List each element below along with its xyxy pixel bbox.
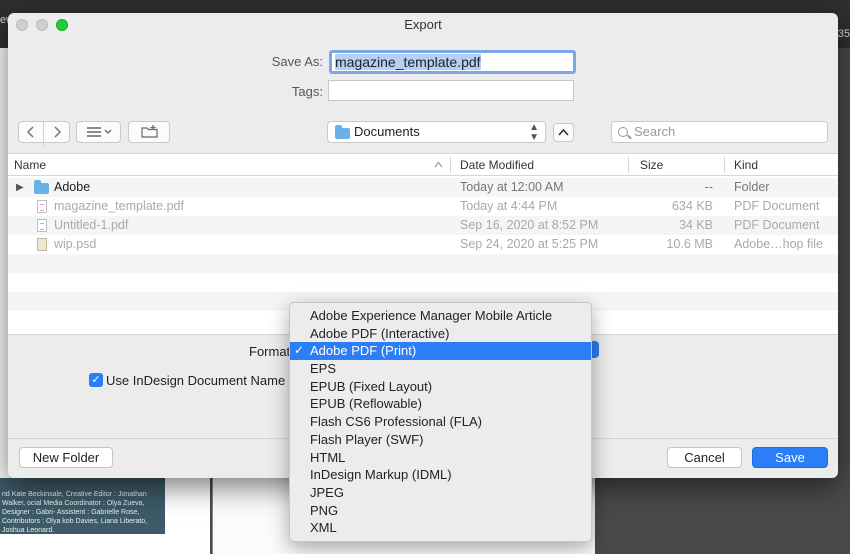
menu-item-pdf-print-label: Adobe PDF (Print) <box>310 343 417 359</box>
list-item: Untitled-1.pdf Sep 16, 2020 at 8:52 PM 3… <box>8 216 838 235</box>
expand-collapse-button[interactable] <box>553 123 574 142</box>
menu-item-idml[interactable]: InDesign Markup (IDML) <box>290 466 591 484</box>
column-header-size[interactable]: Size <box>640 154 663 176</box>
file-date: Today at 12:00 AM <box>460 180 564 194</box>
file-name: Adobe <box>54 180 91 194</box>
list-item[interactable]: ▶ Adobe Today at 12:00 AM -- Folder <box>8 178 838 197</box>
menu-item-epub-fixed[interactable]: EPUB (Fixed Layout) <box>290 378 591 396</box>
file-size: 634 KB <box>671 199 713 213</box>
up-down-arrows-icon: ▲ ▼ <box>529 122 539 143</box>
menu-item-jpeg[interactable]: JPEG <box>290 484 591 502</box>
file-date: Today at 4:44 PM <box>460 199 558 213</box>
file-kind: PDF Document <box>734 199 820 213</box>
pdf-file-icon <box>37 219 47 232</box>
format-label: Format: <box>249 344 294 359</box>
empty-row <box>8 273 838 292</box>
file-name: magazine_template.pdf <box>54 199 184 213</box>
menu-item-flash-fla[interactable]: Flash CS6 Professional (FLA) <box>290 413 591 431</box>
tags-field[interactable] <box>328 80 574 101</box>
folder-icon <box>335 125 350 139</box>
menu-item-html[interactable]: HTML <box>290 449 591 467</box>
format-dropdown-menu: Adobe Experience Manager Mobile Article … <box>289 302 592 542</box>
file-date: Sep 16, 2020 at 8:52 PM <box>460 218 599 232</box>
file-date: Sep 24, 2020 at 5:25 PM <box>460 237 599 251</box>
file-name: wip.psd <box>54 237 97 251</box>
menu-item-eps[interactable]: EPS <box>290 360 591 378</box>
dialog-title: Export <box>404 17 442 32</box>
sort-ascending-icon <box>434 161 443 168</box>
save-as-value: magazine_template.pdf <box>335 54 481 70</box>
chevron-right-icon <box>54 126 62 138</box>
forward-button[interactable] <box>45 122 70 147</box>
menu-item-xml[interactable]: XML <box>290 519 591 537</box>
background-page-number: 35 <box>837 28 850 40</box>
background-credits-block: nd Kate Beckinsale, Creative Editor : Jo… <box>0 478 165 534</box>
menu-item-flash-swf[interactable]: Flash Player (SWF) <box>290 431 591 449</box>
location-label: Documents <box>354 124 420 139</box>
list-item: wip.psd Sep 24, 2020 at 5:25 PM 10.6 MB … <box>8 235 838 254</box>
column-header-kind[interactable]: Kind <box>734 154 758 176</box>
back-forward-control <box>18 121 70 147</box>
use-document-name-label: Use InDesign Document Name <box>106 373 286 388</box>
menu-item-pdf-print[interactable]: ✓ Adobe PDF (Print) <box>290 342 591 361</box>
new-folder-button[interactable]: New Folder <box>19 447 113 468</box>
location-popup[interactable]: Documents ▲ ▼ <box>327 121 546 143</box>
search-input[interactable]: Search <box>611 121 828 143</box>
search-icon <box>618 127 628 137</box>
new-folder-toolbar-button[interactable] <box>128 121 170 143</box>
minimize-window-button[interactable] <box>36 19 48 31</box>
tags-label: Tags: <box>291 84 323 99</box>
save-button[interactable]: Save <box>752 447 828 468</box>
cancel-button[interactable]: Cancel <box>667 447 742 468</box>
list-header: Name Date Modified Size Kind <box>8 154 838 176</box>
column-header-name[interactable]: Name <box>14 154 46 176</box>
folder-icon <box>34 180 49 194</box>
view-options-button[interactable] <box>76 121 121 143</box>
file-size: 34 KB <box>678 218 713 232</box>
disclosure-triangle-icon[interactable]: ▶ <box>16 178 24 197</box>
save-as-label: Save As: <box>271 54 323 69</box>
list-item: magazine_template.pdf Today at 4:44 PM 6… <box>8 197 838 216</box>
checkmark-icon: ✓ <box>294 343 305 358</box>
menu-item-aem-article[interactable]: Adobe Experience Manager Mobile Article <box>290 307 591 325</box>
menu-item-epub-reflowable[interactable]: EPUB (Reflowable) <box>290 395 591 413</box>
psd-file-icon <box>37 238 47 251</box>
file-name: Untitled-1.pdf <box>54 218 129 232</box>
file-size: -- <box>704 180 713 194</box>
folder-plus-icon <box>141 125 158 138</box>
file-kind: Folder <box>734 180 770 194</box>
pdf-file-icon <box>37 200 47 213</box>
file-size: 10.6 MB <box>666 237 713 251</box>
file-kind: PDF Document <box>734 218 820 232</box>
back-button[interactable] <box>19 122 44 147</box>
empty-row <box>8 254 838 273</box>
menu-item-pdf-interactive[interactable]: Adobe PDF (Interactive) <box>290 325 591 343</box>
column-header-date[interactable]: Date Modified <box>460 154 534 176</box>
chevron-left-icon <box>26 126 34 138</box>
use-document-name-checkbox[interactable]: ✓ <box>89 373 103 387</box>
zoom-window-button[interactable] <box>56 19 68 31</box>
menu-item-png[interactable]: PNG <box>290 502 591 520</box>
file-kind: Adobe…hop file <box>734 237 823 251</box>
list-view-icon <box>87 127 112 137</box>
chevron-up-icon <box>558 128 569 136</box>
close-window-button[interactable] <box>16 19 28 31</box>
search-placeholder: Search <box>634 124 676 139</box>
save-as-field[interactable]: magazine_template.pdf <box>329 50 576 74</box>
